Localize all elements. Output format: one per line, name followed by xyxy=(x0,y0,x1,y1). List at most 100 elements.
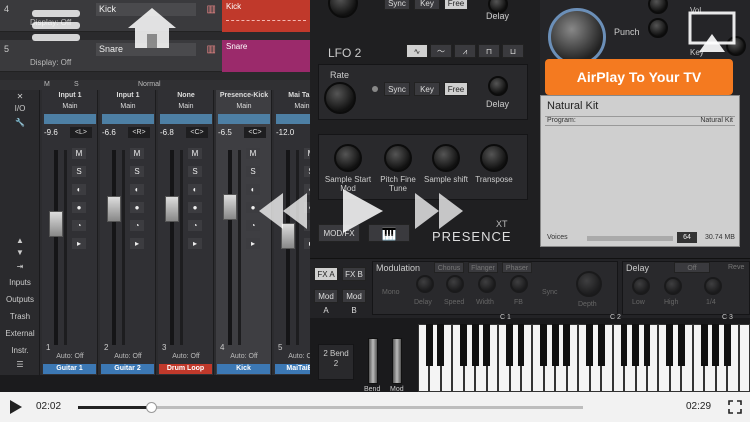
output-select[interactable]: Main xyxy=(216,103,272,110)
black-key[interactable] xyxy=(643,324,651,366)
pan-control[interactable]: <L> xyxy=(70,127,92,138)
black-key[interactable] xyxy=(563,324,571,366)
lfo1-key-button[interactable]: Key xyxy=(414,0,440,10)
solo-button[interactable]: S xyxy=(246,166,260,177)
instrument-keyboard-icon[interactable]: ▥ xyxy=(207,4,216,15)
io-button[interactable]: I/O xyxy=(0,104,40,113)
sample-start-mod-knob[interactable] xyxy=(334,144,362,172)
black-key[interactable] xyxy=(597,324,605,366)
delay-low-knob[interactable] xyxy=(632,277,650,295)
black-key[interactable] xyxy=(586,324,594,366)
expand-icon[interactable]: ▼ xyxy=(0,248,40,257)
instrument-keyboard-icon[interactable]: ▥ xyxy=(207,44,216,55)
black-key[interactable] xyxy=(620,324,628,366)
fx-b-button[interactable]: FX B xyxy=(342,267,366,281)
lfo2-delay-knob[interactable] xyxy=(488,76,508,96)
record-arm-icon[interactable]: ● xyxy=(72,202,86,213)
mono-label[interactable]: Mono xyxy=(382,289,400,296)
home-icon[interactable] xyxy=(124,4,180,52)
progress-bar[interactable] xyxy=(78,402,583,413)
trash-button[interactable]: Trash xyxy=(0,312,40,321)
track-lane-kick[interactable]: Kick xyxy=(222,0,310,32)
automation-icon[interactable]: ◔ xyxy=(188,220,202,231)
delay-time-knob[interactable] xyxy=(704,277,722,295)
top-knob[interactable] xyxy=(648,0,668,14)
close-icon[interactable]: ✕ xyxy=(0,92,40,101)
track-lane-snare[interactable]: Snare xyxy=(222,40,310,72)
delay-mode-select[interactable]: Off xyxy=(674,262,710,273)
bend-range-box[interactable]: 2 Bend 2 xyxy=(318,344,354,380)
track-header-snare[interactable]: 5 Snare Display: Off ▥ xyxy=(0,40,222,72)
black-key[interactable] xyxy=(700,324,708,366)
pan-control[interactable]: <C> xyxy=(186,127,208,138)
lfo1-rate-knob[interactable] xyxy=(328,0,358,18)
flanger-button[interactable]: Flanger xyxy=(468,262,498,273)
collapse-icon[interactable]: ▲ xyxy=(0,236,40,245)
mod-wheel[interactable] xyxy=(392,338,402,384)
route-icon[interactable]: ⇥ xyxy=(0,262,40,271)
expand-arrow-icon[interactable]: ▸ xyxy=(130,238,144,249)
wave-sine-icon[interactable]: ∿ xyxy=(406,44,428,58)
expand-arrow-icon[interactable]: ▸ xyxy=(188,238,202,249)
lfo2-key-button[interactable]: Key xyxy=(414,82,440,96)
lfo2-rate-knob[interactable] xyxy=(324,82,356,114)
input-select[interactable]: Input 1 xyxy=(42,92,98,99)
black-key[interactable] xyxy=(460,324,468,366)
airplay-banner[interactable]: AirPlay To Your TV xyxy=(545,59,733,95)
mod-a-button[interactable]: Mod A xyxy=(314,289,338,315)
insert-slot[interactable] xyxy=(218,114,270,124)
transpose-knob[interactable] xyxy=(480,144,508,172)
automation-icon[interactable]: ◔ xyxy=(130,220,144,231)
depth-knob[interactable] xyxy=(576,271,602,297)
channel-name[interactable]: Guitar 2 xyxy=(101,364,154,374)
program-row[interactable]: Program: Natural Kit xyxy=(545,116,735,126)
play-icon[interactable] xyxy=(9,400,23,414)
chorus-button[interactable]: Chorus xyxy=(434,262,464,273)
black-key[interactable] xyxy=(437,324,445,366)
channel-name[interactable]: Drum Loop xyxy=(159,364,212,374)
width-knob[interactable] xyxy=(478,275,496,293)
automation-mode[interactable]: Normal xyxy=(138,81,161,88)
black-key[interactable] xyxy=(666,324,674,366)
input-select[interactable]: None xyxy=(158,92,214,99)
mod-delay-knob[interactable] xyxy=(416,275,434,293)
mod-b-button[interactable]: Mod B xyxy=(342,289,366,315)
insert-slot[interactable] xyxy=(44,114,96,124)
main-knob[interactable] xyxy=(548,8,606,66)
automation-state[interactable]: Auto: Off xyxy=(42,353,98,360)
phaser-button[interactable]: Phaser xyxy=(502,262,532,273)
fullscreen-icon[interactable] xyxy=(728,400,742,414)
black-key[interactable] xyxy=(677,324,685,366)
global-mute-label[interactable]: M xyxy=(44,81,50,88)
automation-state[interactable]: Auto: Off xyxy=(158,353,214,360)
wave-triangle-icon[interactable]: 〜 xyxy=(430,44,452,58)
black-key[interactable] xyxy=(632,324,639,366)
channel-strip[interactable]: None Main -6.8 <C> M S ◐ ● ◔ ▸ 3 Auto: Off Drum Loop xyxy=(158,90,214,375)
solo-button[interactable]: S xyxy=(72,166,86,177)
black-key[interactable] xyxy=(723,324,731,366)
input-select[interactable]: Presence-Kick xyxy=(216,92,272,99)
expand-arrow-icon[interactable]: ▸ xyxy=(246,238,260,249)
monitor-icon[interactable]: ◐ xyxy=(130,184,144,195)
sample-shift-knob[interactable] xyxy=(432,144,460,172)
global-solo-label[interactable]: S xyxy=(74,81,79,88)
solo-button[interactable]: S xyxy=(130,166,144,177)
black-key[interactable] xyxy=(551,324,559,366)
input-select[interactable]: Input 1 xyxy=(100,92,156,99)
black-key[interactable] xyxy=(471,324,479,366)
automation-icon[interactable]: ◔ xyxy=(72,220,86,231)
black-key[interactable] xyxy=(712,324,720,366)
insert-slot[interactable] xyxy=(160,114,212,124)
black-key[interactable] xyxy=(517,324,525,366)
speed-knob[interactable] xyxy=(446,275,464,293)
pitch-bend-wheel[interactable] xyxy=(368,338,378,384)
lfo2-free-button[interactable]: Free xyxy=(444,82,468,96)
lfo1-sync-button[interactable]: Sync xyxy=(384,0,410,10)
channel-name[interactable]: Kick xyxy=(217,364,270,374)
wave-random-icon[interactable]: ⊔ xyxy=(502,44,524,58)
channel-strip[interactable]: Input 1 Main -9.6 <L> M S ◐ ● ◔ ▸ 1 Auto: Off Guitar… xyxy=(42,90,98,375)
punch-knob[interactable] xyxy=(648,18,668,38)
progress-handle[interactable] xyxy=(146,402,158,413)
reverb-label[interactable]: Reve xyxy=(728,264,744,271)
list-icon[interactable]: ☰ xyxy=(0,360,40,369)
